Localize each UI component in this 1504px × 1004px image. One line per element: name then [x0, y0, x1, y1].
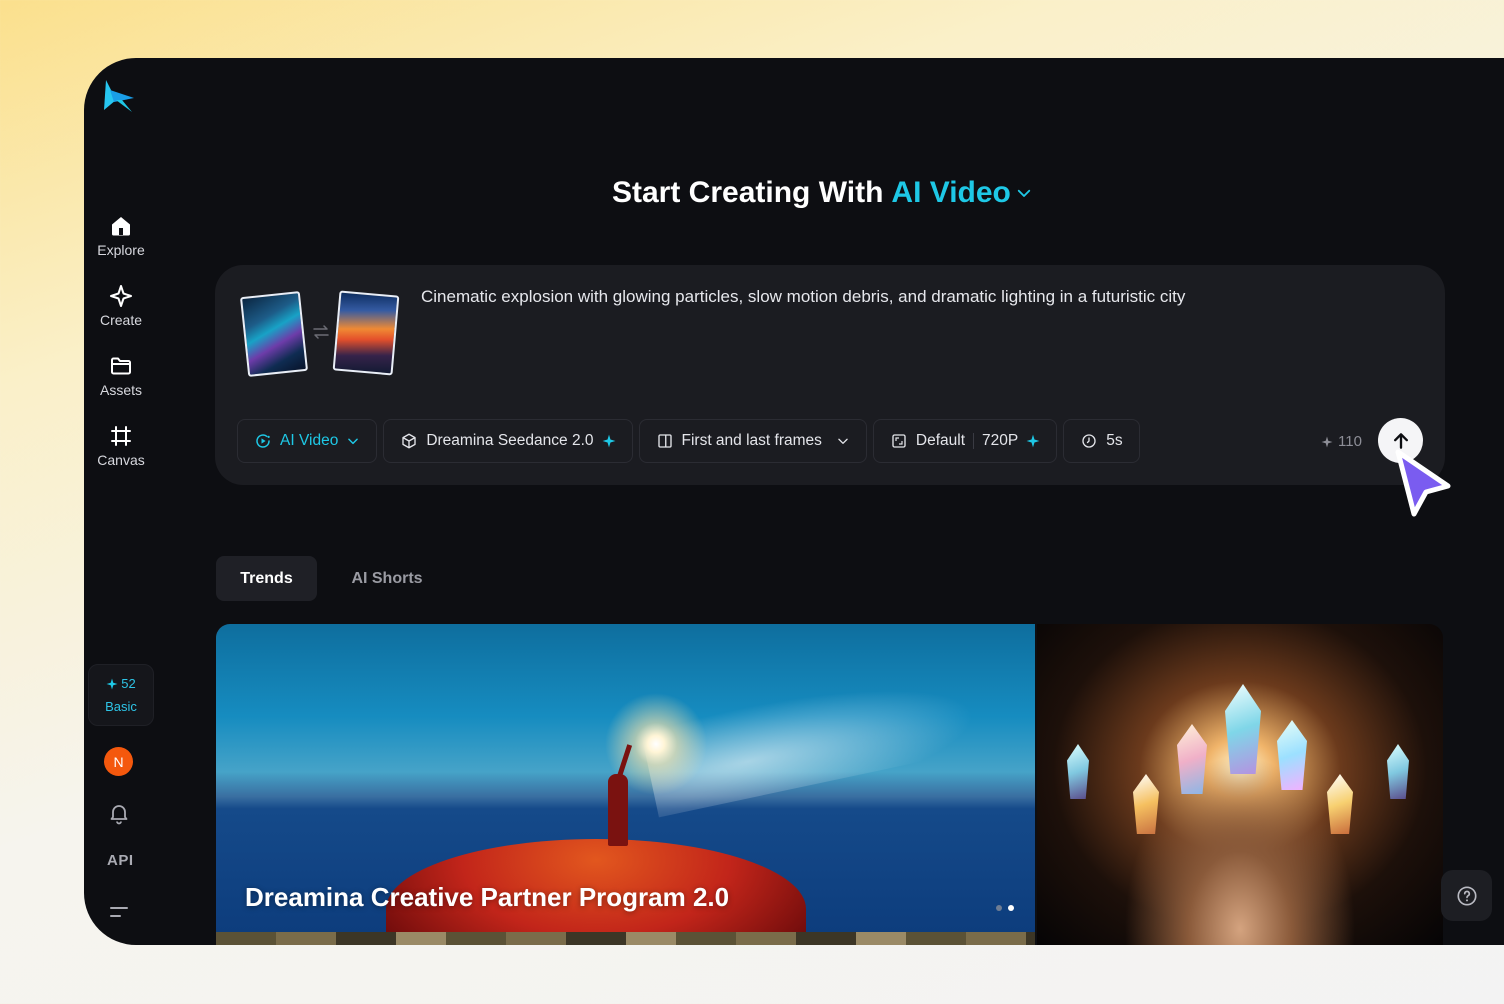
model-selector[interactable]: Dreamina Seedance 2.0 [383, 419, 633, 463]
aspect-ratio-icon [892, 434, 906, 448]
carousel-dots [996, 905, 1014, 911]
question-icon [1456, 885, 1477, 906]
crystal-shape [1327, 774, 1353, 834]
chevron-down-icon [838, 438, 848, 444]
carousel-dot[interactable] [996, 905, 1002, 911]
prompt-input[interactable]: Cinematic explosion with glowing particl… [421, 287, 1185, 307]
resolution-label: 720P [982, 432, 1019, 449]
sparkle-icon [110, 285, 132, 307]
ratio-resolution-selector[interactable]: Default 720P [872, 419, 1058, 463]
credits-badge[interactable]: 52 Basic [88, 664, 154, 726]
cursor-pointer-icon [1395, 449, 1451, 517]
sidebar-item-label: Canvas [97, 452, 145, 468]
gallery-image-crystal-crown[interactable] [1037, 624, 1443, 945]
sidebar-item-label: Create [99, 312, 143, 328]
tab-trends[interactable]: Trends [216, 556, 317, 601]
chevron-down-icon [348, 438, 359, 445]
prompt-card: Cinematic explosion with glowing particl… [215, 265, 1445, 485]
sidebar-item-create[interactable]: Create [84, 284, 158, 328]
title-mode-selector[interactable]: AI Video [891, 176, 1010, 210]
divider [973, 433, 975, 449]
bell-icon[interactable] [107, 801, 131, 825]
gallery-row-thumbnails[interactable] [216, 932, 1035, 945]
mode-selector[interactable]: AI Video [237, 419, 378, 463]
api-link[interactable]: API [107, 852, 134, 869]
sparkle-icon [1026, 434, 1040, 448]
folder-icon [111, 357, 131, 375]
sidebar-item-label: Assets [99, 382, 142, 398]
frames-label: First and last frames [681, 432, 822, 449]
credits-count: 52 [121, 676, 136, 691]
menu-icon[interactable] [108, 903, 130, 921]
first-frame-thumbnail[interactable] [239, 291, 309, 377]
crystal-shape [1177, 724, 1207, 794]
sparkle-icon [1321, 436, 1333, 447]
frames-icon [657, 434, 672, 448]
chevron-down-icon[interactable] [1015, 184, 1033, 202]
mode-label: AI Video [280, 432, 339, 449]
app-window: Explore Create Assets Canvas 52 Basic N … [84, 58, 1504, 945]
clock-icon [1082, 434, 1096, 448]
sidebar-item-explore[interactable]: Explore [84, 214, 158, 258]
tab-ai-shorts[interactable]: AI Shorts [332, 556, 442, 601]
swap-icon[interactable] [312, 323, 330, 341]
ratio-label: Default [915, 432, 966, 449]
dreamina-logo[interactable] [102, 78, 136, 114]
avatar[interactable]: N [104, 747, 133, 776]
video-mode-icon [256, 434, 270, 448]
generation-cost: 110 [1321, 433, 1362, 450]
canvas-icon [111, 426, 131, 446]
duration-label: 5s [1106, 432, 1123, 449]
home-icon [112, 217, 130, 236]
title-prefix: Start Creating With [612, 176, 884, 209]
banner-title[interactable]: Dreamina Creative Partner Program 2.0 [245, 882, 729, 913]
sparkle-icon [602, 434, 615, 448]
cube-icon [402, 433, 417, 449]
duration-selector[interactable]: 5s [1063, 419, 1140, 463]
crystal-shape [1225, 684, 1261, 774]
crystal-shape [1067, 744, 1089, 799]
carousel-dot-active[interactable] [1008, 905, 1014, 911]
plan-label: Basic [105, 699, 137, 714]
generation-toolbar: AI Video Dreamina Seedance 2.0 First and… [237, 419, 1140, 463]
crystal-shape [1277, 720, 1307, 790]
sidebar-item-label: Explore [97, 242, 145, 258]
model-label: Dreamina Seedance 2.0 [426, 432, 594, 449]
last-frame-thumbnail[interactable] [332, 290, 400, 376]
sidebar-item-canvas[interactable]: Canvas [84, 424, 158, 468]
banner-figure [608, 774, 628, 846]
frames-selector[interactable]: First and last frames [638, 419, 867, 463]
cost-value: 110 [1338, 433, 1362, 450]
page-title: Start Creating With AI Video [612, 176, 1033, 210]
sidebar-item-assets[interactable]: Assets [84, 354, 158, 398]
crystal-shape [1133, 774, 1159, 834]
crystal-shape [1387, 744, 1409, 799]
help-button[interactable] [1441, 870, 1492, 921]
sparkle-icon [106, 678, 118, 689]
